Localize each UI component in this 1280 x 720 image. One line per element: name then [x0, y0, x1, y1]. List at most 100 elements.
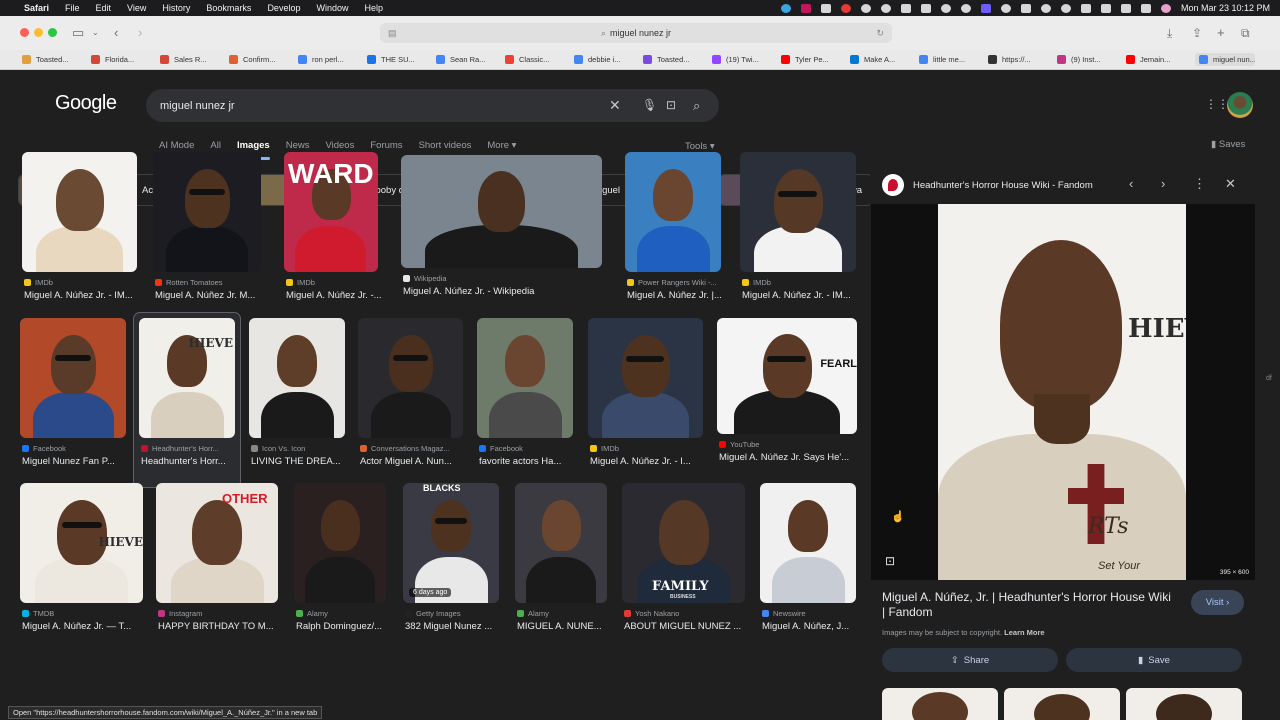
favorite-bookmark[interactable]: Jemain... [1126, 55, 1195, 64]
menubar-clock[interactable]: Mon Mar 23 10:12 PM [1181, 3, 1270, 13]
result-source[interactable]: IMDb [590, 444, 705, 453]
image-result[interactable]: FAMILY BUSINESS Yosh Nakano ABOUT MIGUEL NU… [622, 483, 745, 643]
result-thumbnail[interactable] [358, 318, 463, 438]
favorite-bookmark[interactable]: Toasted... [643, 55, 712, 64]
image-result[interactable]: Facebook Miguel Nunez Fan P... [20, 318, 126, 478]
result-source[interactable]: Headhunter's Horr... [141, 444, 237, 453]
result-thumbnail[interactable] [740, 152, 856, 272]
result-source[interactable]: Power Rangers Wiki -... [627, 278, 723, 287]
result-title[interactable]: Miguel A. Núñez Jr. M... [155, 290, 269, 301]
result-source[interactable]: Newswire [762, 609, 858, 618]
result-title[interactable]: ABOUT MIGUEL NUNEZ ... [624, 621, 753, 632]
result-thumbnail[interactable]: OTHER [156, 483, 278, 603]
result-source[interactable]: Facebook [22, 444, 128, 453]
favorite-bookmark[interactable]: Classic... [505, 55, 574, 64]
tools-button[interactable]: Tools ▾ [685, 141, 715, 152]
next-icon[interactable]: › [1161, 176, 1165, 192]
result-title[interactable]: Miguel A. Núñez Jr. Says He'... [719, 452, 865, 463]
previous-icon[interactable]: ‹ [1129, 176, 1133, 192]
minimize-window-button[interactable] [34, 28, 43, 37]
favorite-bookmark[interactable]: Toasted... [22, 55, 91, 64]
forward-icon[interactable]: › [138, 24, 142, 42]
chevron-down-icon[interactable]: ⌄ [92, 24, 99, 42]
learn-more-link[interactable]: Learn More [1004, 628, 1044, 637]
related-image-thumb[interactable] [882, 688, 998, 720]
address-bar[interactable]: ▤ ⌕ miguel nunez jr ↻ [380, 23, 892, 43]
related-image-thumb[interactable] [1126, 688, 1242, 720]
status-app-icon[interactable] [880, 3, 891, 13]
result-title[interactable]: Miguel A. Núñez Jr. |... [627, 290, 729, 301]
result-title[interactable]: Miguel A. Núñez Jr. - IM... [24, 290, 145, 301]
record-icon[interactable] [840, 3, 851, 13]
close-window-button[interactable] [20, 28, 29, 37]
result-title[interactable]: LIVING THE DREA... [251, 456, 353, 467]
result-title[interactable]: HAPPY BIRTHDAY TO M... [158, 621, 286, 632]
share-button[interactable]: ⇪ Share [882, 648, 1058, 672]
result-thumbnail[interactable]: WARD [284, 152, 378, 272]
image-result[interactable]: Icon Vs. Icon LIVING THE DREA... [249, 318, 345, 478]
menu-edit[interactable]: Edit [96, 3, 112, 13]
image-result[interactable]: Power Rangers Wiki -... Miguel A. Núñez J… [625, 152, 723, 312]
result-title[interactable]: Actor Miguel A. Nun... [360, 456, 471, 467]
save-button[interactable]: ▮ Save [1066, 648, 1242, 672]
more-options-icon[interactable]: ⋮ [1193, 176, 1206, 192]
image-result[interactable]: HIEVE Headhunter's Horr... Headhunter's Ho… [133, 312, 241, 488]
status-app-icon[interactable] [780, 3, 791, 13]
result-thumbnail[interactable]: FAMILY BUSINESS [622, 483, 745, 603]
menu-view[interactable]: View [127, 3, 146, 13]
avatar[interactable] [1227, 92, 1253, 118]
image-result[interactable]: IMDb Miguel A. Núñez Jr. - IM... [22, 152, 137, 312]
status-app-icon[interactable] [820, 3, 831, 13]
result-thumbnail[interactable] [153, 152, 261, 272]
menu-window[interactable]: Window [316, 3, 348, 13]
result-title[interactable]: favorite actors Ha... [479, 456, 581, 467]
panel-site-name[interactable]: Headhunter's Horror House Wiki - Fandom [913, 180, 1093, 191]
related-image-thumb[interactable] [1004, 688, 1120, 720]
result-thumbnail[interactable] [625, 152, 721, 272]
image-result[interactable]: Newswire Miguel A. Núñez, J... [760, 483, 856, 643]
image-result[interactable]: HIEVE TMDB Miguel A. Núñez Jr. — T... [20, 483, 143, 643]
result-source[interactable]: Wikipedia [403, 274, 604, 283]
wifi-icon[interactable] [1120, 3, 1131, 13]
result-thumbnail[interactable]: HIEVE [139, 318, 235, 438]
battery-icon[interactable] [1020, 3, 1031, 13]
result-source[interactable]: Icon Vs. Icon [251, 444, 347, 453]
search-input[interactable] [160, 96, 600, 115]
favorite-bookmark[interactable]: Sean Ra... [436, 55, 505, 64]
image-result[interactable]: Rotten Tomatoes Miguel A. Núñez Jr. M... [153, 152, 261, 312]
search-icon[interactable] [940, 3, 951, 13]
result-source[interactable]: Conversations Magaz... [360, 444, 465, 453]
result-title[interactable]: Miguel A. Núñez, J... [762, 621, 864, 632]
favorite-bookmark[interactable]: Make A... [850, 55, 919, 64]
favorite-bookmark[interactable]: miguel nun... [1195, 53, 1255, 66]
result-thumbnail[interactable] [20, 318, 126, 438]
download-icon[interactable]: ⤓ [1167, 24, 1172, 42]
result-source[interactable]: IMDb [24, 278, 139, 287]
result-title[interactable]: Miguel A. Núñez Jr. - I... [590, 456, 711, 467]
zoom-window-button[interactable] [48, 28, 57, 37]
new-tab-icon[interactable]: + [1217, 24, 1225, 42]
reload-icon[interactable]: ↻ [876, 28, 884, 39]
image-result[interactable]: IMDb Miguel A. Núñez Jr. - IM... [740, 152, 856, 312]
control-center-icon[interactable] [1140, 3, 1151, 13]
result-thumbnail[interactable]: HIEVE [20, 483, 143, 603]
result-title[interactable]: 382 Miguel Nunez ... [405, 621, 507, 632]
menu-develop[interactable]: Develop [267, 3, 300, 13]
result-source[interactable]: IMDb [286, 278, 380, 287]
result-thumbnail[interactable] [294, 483, 386, 603]
result-source[interactable]: Getty Images [405, 609, 501, 618]
result-thumbnail[interactable] [588, 318, 703, 438]
image-result[interactable]: Alamy MIGUEL A. NUNE... [515, 483, 607, 643]
lens-search-icon[interactable]: ⊡ [885, 554, 895, 568]
result-source[interactable]: Rotten Tomatoes [155, 278, 263, 287]
cloud-icon[interactable] [900, 3, 911, 13]
status-app-icon[interactable] [1000, 3, 1011, 13]
result-thumbnail[interactable] [249, 318, 345, 438]
menu-bookmarks[interactable]: Bookmarks [206, 3, 251, 13]
menu-help[interactable]: Help [364, 3, 383, 13]
result-source[interactable]: Alamy [296, 609, 388, 618]
result-title[interactable]: Ralph Dominguez/... [296, 621, 394, 632]
result-thumbnail[interactable] [477, 318, 573, 438]
result-title[interactable]: Miguel A. Núñez Jr. - IM... [742, 290, 864, 301]
favorite-bookmark[interactable]: ron perl... [298, 55, 367, 64]
